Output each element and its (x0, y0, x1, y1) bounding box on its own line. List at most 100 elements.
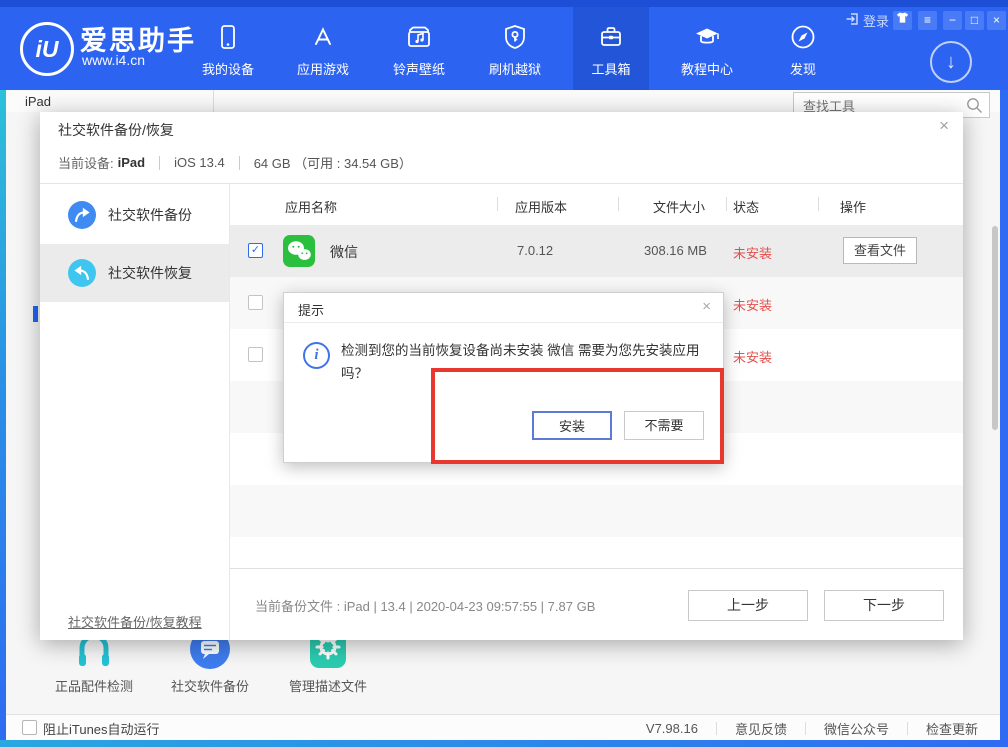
col-app-name: 应用名称 (285, 197, 337, 216)
divider (818, 197, 819, 211)
ringtone-icon (405, 38, 433, 55)
device-name: iPad (118, 155, 145, 170)
divider (618, 197, 619, 211)
divider (716, 722, 717, 735)
divider (726, 197, 727, 211)
divider (805, 722, 806, 735)
nav-ringtones[interactable]: 铃声壁纸 (381, 7, 457, 90)
app-version: 7.0.12 (517, 243, 553, 258)
device-tab[interactable]: iPad (25, 94, 51, 109)
nav-apps-games[interactable]: 应用游戏 (285, 7, 361, 90)
statusbar-right: V7.98.16 意见反馈 微信公众号 检查更新 (646, 719, 978, 738)
jailbreak-shield-icon (501, 38, 529, 55)
divider (284, 322, 723, 323)
dialog-sidebar: 社交软件备份 社交软件恢复 (40, 184, 230, 640)
brand-logo-icon: iU (20, 22, 74, 76)
modal-close-icon[interactable]: × (702, 298, 711, 315)
graduation-cap-icon (693, 38, 721, 55)
divider (239, 156, 240, 170)
app-name: 微信 (330, 242, 358, 262)
file-size: 308.16 MB (644, 243, 707, 258)
wechat-app-icon (283, 235, 315, 267)
table-row-wechat[interactable]: ✓ 微信 7.0.12 308.16 MB 未安装 查看文件 (230, 225, 963, 277)
feedback-link[interactable]: 意见反馈 (735, 719, 787, 738)
block-itunes-checkbox[interactable] (22, 720, 37, 735)
window-right-border (1000, 90, 1008, 747)
dialog-title: 社交软件备份/恢复 (58, 120, 174, 140)
col-file-size: 文件大小 (653, 197, 705, 216)
status-badge: 未安装 (733, 243, 772, 262)
next-step-button[interactable]: 下一步 (824, 590, 944, 621)
nav-toolbox[interactable]: 工具箱 (573, 7, 649, 90)
row-checkbox[interactable] (248, 347, 263, 362)
annotation-highlight-box (431, 368, 724, 464)
nav-label: 教程中心 (669, 59, 745, 78)
col-status: 状态 (733, 197, 759, 216)
sidebar-item-social-restore[interactable]: 社交软件恢复 (40, 244, 229, 302)
nav-label: 我的设备 (190, 59, 266, 78)
nav-tutorials[interactable]: 教程中心 (669, 7, 745, 90)
table-row-empty (230, 485, 963, 537)
nav-discover[interactable]: 发现 (765, 7, 841, 90)
toolbox-icon (597, 38, 625, 55)
menu-list-button[interactable]: ≡ (918, 11, 937, 30)
window-left-border (0, 90, 6, 747)
sidebar-item-social-backup[interactable]: 社交软件备份 (40, 186, 229, 244)
view-files-button[interactable]: 查看文件 (843, 237, 917, 264)
device-info-label: 当前设备: (58, 153, 114, 172)
divider (907, 722, 908, 735)
login-button[interactable]: 登录 (845, 11, 889, 30)
divider (497, 197, 498, 211)
nav-jailbreak[interactable]: 刷机越狱 (477, 7, 553, 90)
wechat-official-link[interactable]: 微信公众号 (824, 719, 889, 738)
dialog-footer: 当前备份文件 : iPad | 13.4 | 2020-04-23 09:57:… (230, 568, 963, 640)
download-manager-button[interactable]: ↓ (930, 41, 972, 83)
tab-separator (213, 90, 214, 112)
search-icon (966, 97, 983, 114)
maximize-button[interactable]: □ (965, 11, 984, 30)
smartphone-icon (214, 38, 242, 55)
nav-label: 工具箱 (573, 59, 649, 78)
status-badge: 未安装 (733, 347, 772, 366)
nav-label: 发现 (765, 59, 841, 78)
dialog-close-icon[interactable]: × (939, 116, 949, 136)
block-itunes-label: 阻止iTunes自动运行 (43, 719, 160, 738)
window-bottom-border (0, 740, 1008, 747)
login-icon (845, 12, 859, 29)
close-window-button[interactable]: × (987, 11, 1006, 30)
window-top-border (0, 0, 1008, 7)
row-checkbox[interactable] (248, 295, 263, 310)
appstore-icon (309, 38, 337, 55)
status-badge: 未安装 (733, 295, 772, 314)
nav-my-device[interactable]: 我的设备 (190, 7, 266, 90)
check-update-link[interactable]: 检查更新 (926, 719, 978, 738)
col-app-version: 应用版本 (515, 197, 567, 216)
device-storage: 64 GB （可用 : 34.54 GB） (254, 153, 412, 172)
compass-icon (789, 38, 817, 55)
divider (159, 156, 160, 170)
row-checkbox-checked[interactable]: ✓ (248, 243, 263, 258)
nav-label: 应用游戏 (285, 59, 361, 78)
tool-label: 管理描述文件 (268, 676, 388, 695)
col-action: 操作 (840, 197, 866, 216)
minimize-button[interactable]: − (943, 11, 962, 30)
modal-title: 提示 (298, 300, 324, 319)
theme-skin-button[interactable] (893, 11, 912, 30)
table-header: 应用名称 应用版本 文件大小 状态 操作 (230, 184, 963, 225)
tool-label: 社交软件备份 (150, 676, 270, 695)
current-backup-file-info: 当前备份文件 : iPad | 13.4 | 2020-04-23 09:57:… (255, 596, 595, 615)
restore-arrow-icon (68, 259, 96, 287)
device-info-bar: 当前设备: iPad iOS 13.4 64 GB （可用 : 34.54 GB… (40, 142, 963, 184)
app-version-text: V7.98.16 (646, 721, 698, 736)
brand-url: www.i4.cn (82, 52, 145, 68)
tutorial-link[interactable]: 社交软件备份/恢复教程 (68, 612, 202, 631)
device-os: iOS 13.4 (174, 155, 225, 170)
login-label: 登录 (863, 11, 889, 30)
sidebar-item-label: 社交软件备份 (108, 205, 192, 225)
header-bar: iU 爱思助手 www.i4.cn 我的设备 应用游戏 铃声壁纸 刷机越狱 工具… (0, 7, 1008, 90)
sidebar-active-indicator (33, 306, 38, 322)
app-window: iU 爱思助手 www.i4.cn 我的设备 应用游戏 铃声壁纸 刷机越狱 工具… (0, 0, 1008, 747)
vertical-scrollbar[interactable] (992, 226, 998, 430)
prev-step-button[interactable]: 上一步 (688, 590, 808, 621)
tool-label: 正品配件检测 (34, 676, 154, 695)
